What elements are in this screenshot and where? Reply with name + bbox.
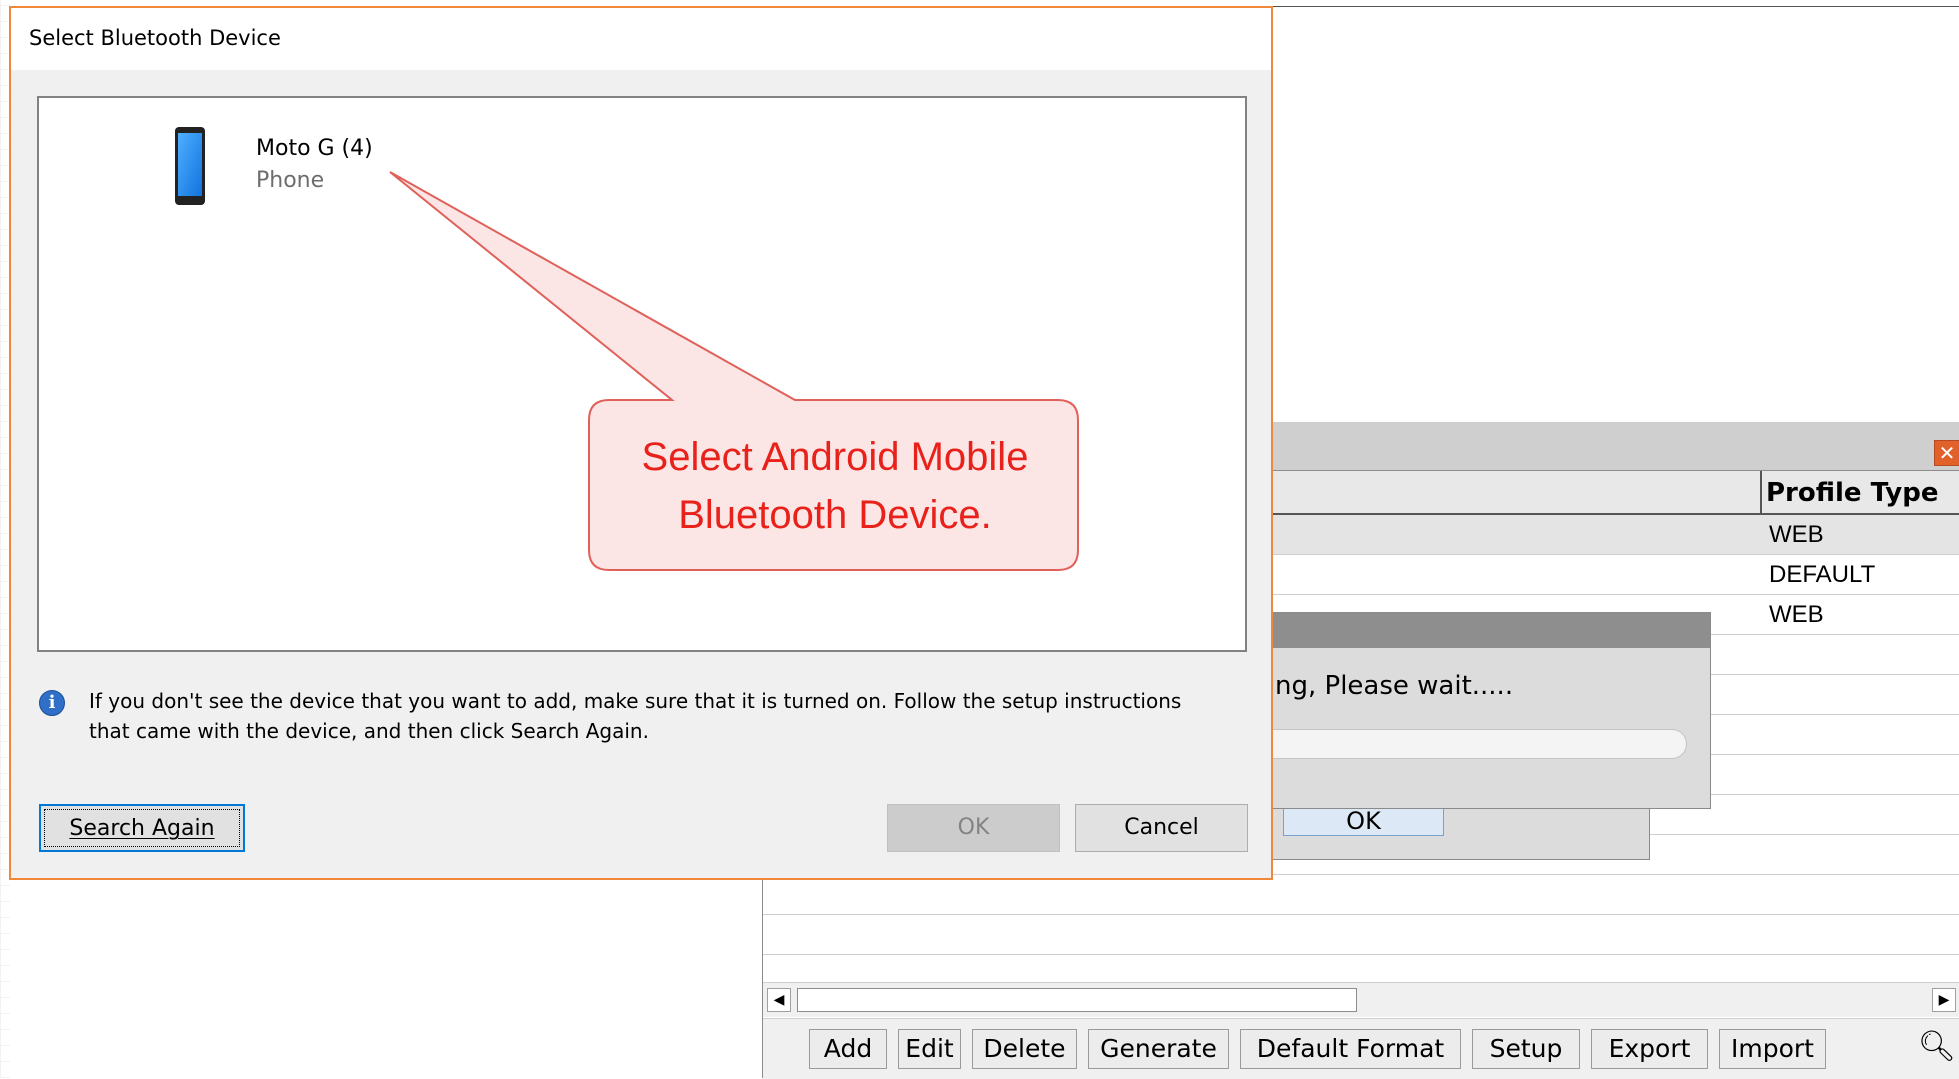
ok-button[interactable]: OK	[887, 804, 1060, 852]
edit-button[interactable]: Edit	[898, 1029, 961, 1069]
progress-dialog: ng, Please wait.....	[1270, 612, 1711, 809]
scrollbar-thumb[interactable]	[797, 988, 1357, 1012]
scroll-right-arrow-icon[interactable]: ▶	[1932, 988, 1956, 1012]
column-divider[interactable]	[1760, 471, 1762, 513]
delete-button[interactable]: Delete	[972, 1029, 1077, 1069]
progress-message: ng, Please wait.....	[1275, 671, 1514, 701]
close-icon[interactable]: ✕	[1934, 440, 1959, 466]
generate-button[interactable]: Generate	[1088, 1029, 1229, 1069]
callout-text: Select Android Mobile Bluetooth Device.	[590, 428, 1080, 544]
export-button[interactable]: Export	[1591, 1029, 1708, 1069]
progress-bar	[1271, 729, 1687, 759]
horizontal-scrollbar[interactable]: ◀ ▶	[763, 982, 1959, 1017]
column-header-profile-type[interactable]: Profile Type	[1766, 478, 1938, 508]
search-icon[interactable]: 🔍︎	[1918, 1029, 1956, 1064]
progress-titlebar[interactable]	[1271, 613, 1710, 648]
table-row[interactable]	[763, 915, 1959, 955]
table-row[interactable]	[763, 875, 1959, 915]
profile-type-cell: DEFAULT	[1769, 561, 1876, 588]
scroll-left-arrow-icon[interactable]: ◀	[767, 988, 791, 1012]
info-icon: i	[39, 690, 65, 716]
callout-line-2: Bluetooth Device.	[678, 493, 992, 537]
import-button[interactable]: Import	[1719, 1029, 1826, 1069]
dialog-title: Select Bluetooth Device	[29, 26, 281, 50]
focus-rectangle	[44, 809, 240, 847]
phone-icon	[175, 127, 205, 205]
profile-type-cell: WEB	[1769, 521, 1824, 548]
device-type: Phone	[256, 168, 325, 193]
bottom-toolbar: Add Edit Delete Generate Default Format …	[763, 1018, 1959, 1079]
default-format-button[interactable]: Default Format	[1240, 1029, 1461, 1069]
dialog-titlebar[interactable]: Select Bluetooth Device	[11, 8, 1271, 70]
callout-line-1: Select Android Mobile	[641, 435, 1029, 479]
add-button[interactable]: Add	[809, 1029, 887, 1069]
info-line-2: that came with the device, and then clic…	[89, 719, 649, 743]
info-line-1: If you don't see the device that you wan…	[89, 689, 1182, 713]
profile-type-cell: WEB	[1769, 601, 1824, 628]
message-ok-button[interactable]: OK	[1283, 806, 1444, 836]
search-again-button[interactable]: Search Again	[39, 804, 245, 852]
setup-button[interactable]: Setup	[1472, 1029, 1580, 1069]
info-message: If you don't see the device that you wan…	[89, 686, 1259, 746]
cancel-button[interactable]: Cancel	[1075, 804, 1248, 852]
device-list[interactable]: Moto G (4) Phone	[37, 96, 1247, 652]
device-name[interactable]: Moto G (4)	[256, 136, 373, 161]
